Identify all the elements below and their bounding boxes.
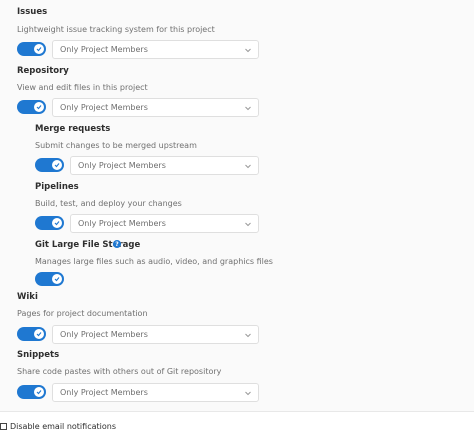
check-icon bbox=[34, 329, 44, 339]
merge-requests-access-value: Only Project Members bbox=[78, 161, 166, 170]
repository-title: Repository bbox=[17, 66, 69, 76]
wiki-access-value: Only Project Members bbox=[60, 330, 148, 339]
pipelines-description: Build, test, and deploy your changes bbox=[35, 199, 182, 208]
lfs-toggle[interactable] bbox=[35, 272, 64, 286]
chevron-down-icon bbox=[245, 333, 251, 338]
check-icon bbox=[52, 160, 62, 170]
issues-toggle[interactable] bbox=[17, 42, 46, 56]
chevron-down-icon bbox=[245, 106, 251, 111]
chevron-down-icon bbox=[245, 222, 251, 227]
merge-requests-access-select[interactable]: Only Project Members bbox=[70, 156, 259, 175]
issues-access-select[interactable]: Only Project Members bbox=[52, 40, 259, 59]
check-icon bbox=[34, 387, 44, 397]
merge-requests-toggle[interactable] bbox=[35, 158, 64, 172]
repository-access-value: Only Project Members bbox=[60, 103, 148, 112]
pipelines-access-value: Only Project Members bbox=[78, 219, 166, 228]
pipelines-access-select[interactable]: Only Project Members bbox=[70, 214, 259, 233]
check-icon bbox=[52, 274, 62, 284]
disable-email-checkbox[interactable] bbox=[0, 423, 7, 430]
repository-toggle[interactable] bbox=[17, 100, 46, 114]
snippets-access-select[interactable]: Only Project Members bbox=[52, 383, 259, 402]
issues-description: Lightweight issue tracking system for th… bbox=[17, 25, 215, 34]
snippets-access-value: Only Project Members bbox=[60, 388, 148, 397]
lfs-description: Manages large files such as audio, video… bbox=[35, 257, 273, 266]
wiki-description: Pages for project documentation bbox=[17, 309, 148, 318]
wiki-access-select[interactable]: Only Project Members bbox=[52, 325, 259, 344]
question-circle-icon[interactable]: ? bbox=[113, 240, 121, 248]
issues-access-value: Only Project Members bbox=[60, 45, 148, 54]
disable-email-option[interactable]: Disable email notifications bbox=[0, 422, 116, 431]
check-icon bbox=[34, 102, 44, 112]
check-icon bbox=[34, 44, 44, 54]
chevron-down-icon bbox=[245, 391, 251, 396]
repository-description: View and edit files in this project bbox=[17, 83, 148, 92]
snippets-description: Share code pastes with others out of Git… bbox=[17, 367, 222, 376]
lfs-title: Git Large File Storage bbox=[35, 240, 141, 250]
merge-requests-description: Submit changes to be merged upstream bbox=[35, 141, 197, 150]
check-icon bbox=[52, 218, 62, 228]
snippets-toggle[interactable] bbox=[17, 385, 46, 399]
chevron-down-icon bbox=[245, 48, 251, 53]
pipelines-toggle[interactable] bbox=[35, 216, 64, 230]
issues-title: Issues bbox=[17, 7, 48, 17]
chevron-down-icon bbox=[245, 164, 251, 169]
disable-email-label: Disable email notifications bbox=[10, 422, 116, 431]
pipelines-title: Pipelines bbox=[35, 182, 79, 192]
wiki-toggle[interactable] bbox=[17, 327, 46, 341]
wiki-title: Wiki bbox=[17, 292, 38, 302]
repository-access-select[interactable]: Only Project Members bbox=[52, 98, 259, 117]
snippets-title: Snippets bbox=[17, 350, 60, 360]
project-features-panel: Issues Lightweight issue tracking system… bbox=[0, 0, 474, 412]
merge-requests-title: Merge requests bbox=[35, 124, 111, 134]
